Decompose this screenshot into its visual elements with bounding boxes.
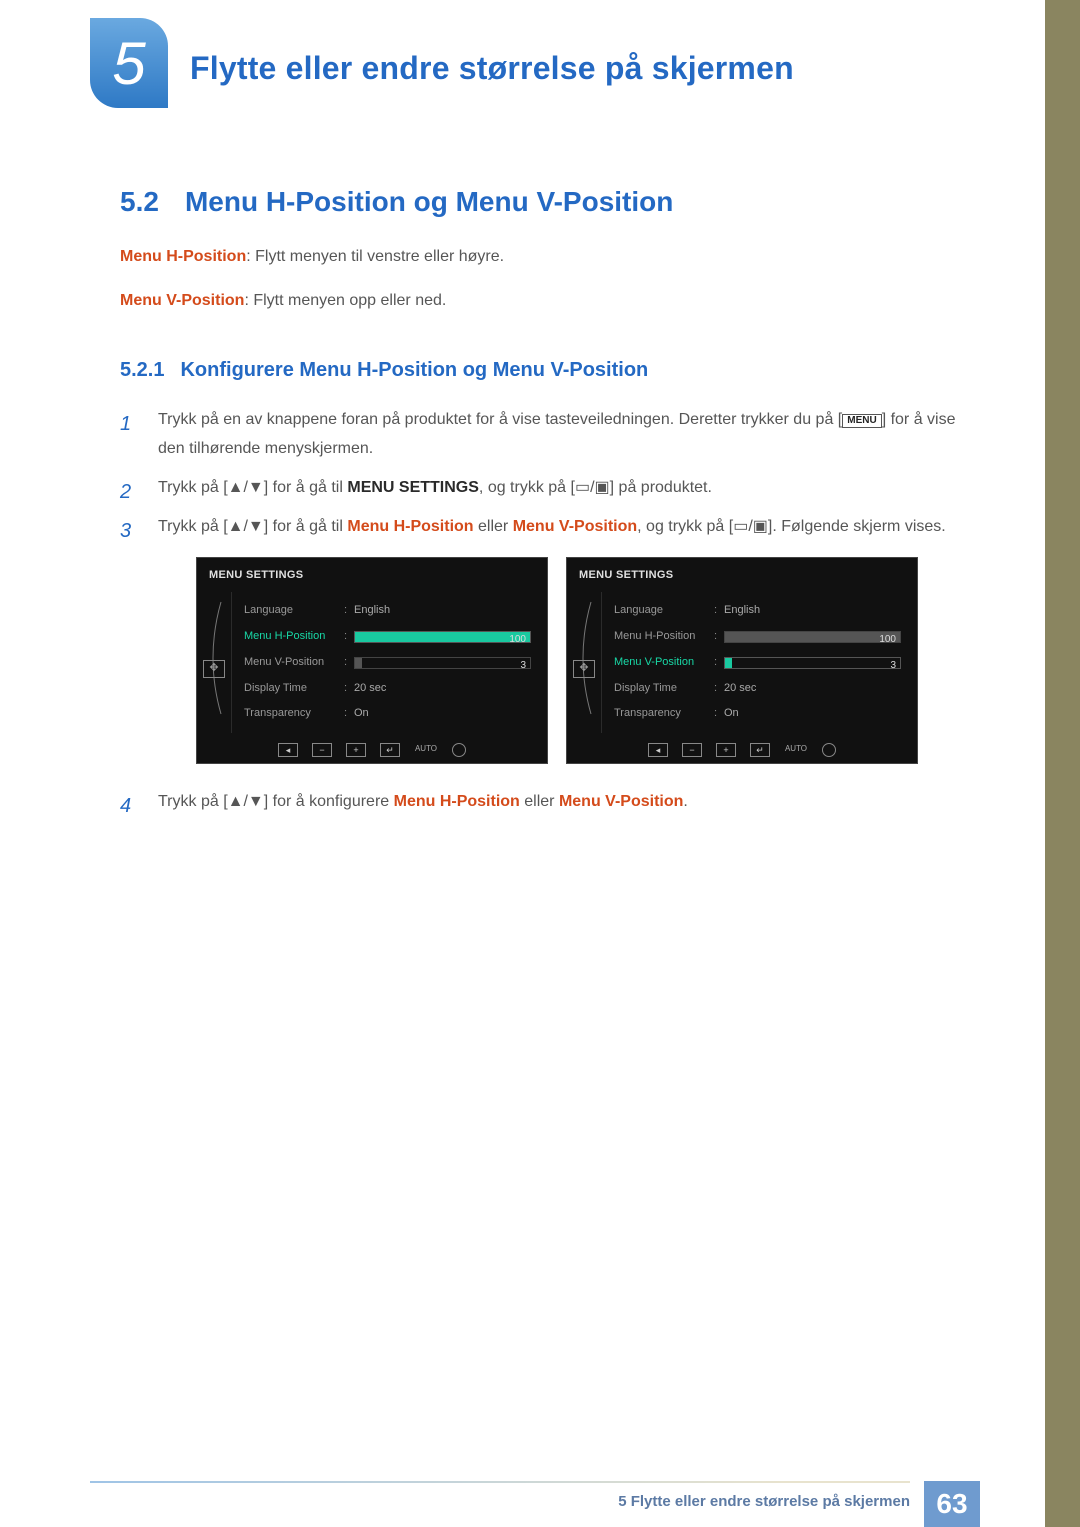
manual-page: 5 Flytte eller endre størrelse på skjerm… (0, 0, 1080, 1527)
footer-chapter-label: 5 Flytte eller endre størrelse på skjerm… (618, 1493, 910, 1510)
footer-divider (90, 1481, 910, 1483)
section-title: Menu H-Position og Menu V-Position (185, 186, 673, 217)
osd-side-curve: ✥ (567, 592, 602, 733)
subsection-title: Konfigurere Menu H-Position og Menu V-Po… (180, 359, 648, 381)
term-v: Menu V-Position (120, 292, 244, 309)
osd-row-hpos: Menu H-Position:100 (244, 624, 537, 650)
osd-row-trans: Transparency:On (244, 701, 537, 727)
osd-minus-icon: − (312, 743, 332, 757)
osd-side-curve: ✥ (197, 592, 232, 733)
enter-icon: ▭/▣ (733, 518, 768, 535)
chapter-header: 5 Flytte eller endre størrelse på skjerm… (90, 18, 794, 118)
osd-row-vpos: Menu V-Position:3 (244, 650, 537, 676)
enter-icon: ▭/▣ (575, 479, 610, 496)
osd-auto-label: AUTO (784, 743, 808, 755)
term-h: Menu H-Position (120, 248, 246, 265)
up-down-icon: ▲/▼ (228, 793, 264, 810)
step-3: 3 Trykk på [▲/▼] for å gå til Menu H-Pos… (120, 513, 960, 765)
osd-enter-icon: ↵ (750, 743, 770, 757)
osd-enter-icon: ↵ (380, 743, 400, 757)
osd-power-icon (452, 743, 466, 757)
menu-button-icon: MENU (842, 414, 881, 428)
chapter-title: Flytte eller endre størrelse på skjermen (190, 50, 794, 87)
osd-row-trans: Transparency:On (614, 701, 907, 727)
desc-h-position: Menu H-Position: Flytt menyen til venstr… (120, 244, 960, 270)
osd-title: MENU SETTINGS (567, 558, 917, 592)
osd-screenshots: MENU SETTINGS ✥ Language:English Menu H-… (196, 557, 960, 764)
osd-button-bar: ◂ − + ↵ AUTO (197, 743, 547, 757)
move-icon: ✥ (203, 660, 225, 678)
osd-back-icon: ◂ (648, 743, 668, 757)
chapter-badge: 5 (90, 18, 168, 118)
osd-row-dtime: Display Time:20 sec (614, 676, 907, 702)
page-footer: 5 Flytte eller endre størrelse på skjerm… (0, 1481, 1080, 1527)
osd-row-language: Language:English (614, 598, 907, 624)
osd-row-vpos: Menu V-Position:3 (614, 650, 907, 676)
subsection-heading: 5.2.1 Konfigurere Menu H-Position og Menu… (120, 359, 960, 382)
osd-button-bar: ◂ − + ↵ AUTO (567, 743, 917, 757)
osd-row-language: Language:English (244, 598, 537, 624)
osd-power-icon (822, 743, 836, 757)
osd-minus-icon: − (682, 743, 702, 757)
up-down-icon: ▲/▼ (228, 479, 264, 496)
desc-v-position: Menu V-Position: Flytt menyen opp eller … (120, 288, 960, 314)
osd-auto-label: AUTO (414, 743, 438, 755)
step-1: 1 Trykk på en av knappene foran på produ… (120, 406, 960, 464)
osd-plus-icon: + (716, 743, 736, 757)
osd-row-dtime: Display Time:20 sec (244, 676, 537, 702)
section-heading: 5.2 Menu H-Position og Menu V-Position (120, 186, 960, 218)
osd-plus-icon: + (346, 743, 366, 757)
page-number: 63 (924, 1481, 980, 1527)
step-2: 2 Trykk på [▲/▼] for å gå til MENU SETTI… (120, 474, 960, 503)
step-4: 4 Trykk på [▲/▼] for å konfigurere Menu … (120, 788, 960, 817)
section-content: 5.2 Menu H-Position og Menu V-Position Me… (120, 186, 960, 827)
section-number: 5.2 (120, 186, 159, 217)
side-accent-bar (1045, 0, 1080, 1527)
up-down-icon: ▲/▼ (228, 518, 264, 535)
move-icon: ✥ (573, 660, 595, 678)
osd-title: MENU SETTINGS (197, 558, 547, 592)
chapter-number: 5 (112, 29, 145, 98)
osd-menu-vpos: MENU SETTINGS ✥ Language:English Menu H-… (566, 557, 918, 764)
osd-row-hpos: Menu H-Position:100 (614, 624, 907, 650)
subsection-number: 5.2.1 (120, 359, 164, 381)
steps-list: 1 Trykk på en av knappene foran på produ… (120, 406, 960, 817)
osd-menu-hpos: MENU SETTINGS ✥ Language:English Menu H-… (196, 557, 548, 764)
osd-back-icon: ◂ (278, 743, 298, 757)
